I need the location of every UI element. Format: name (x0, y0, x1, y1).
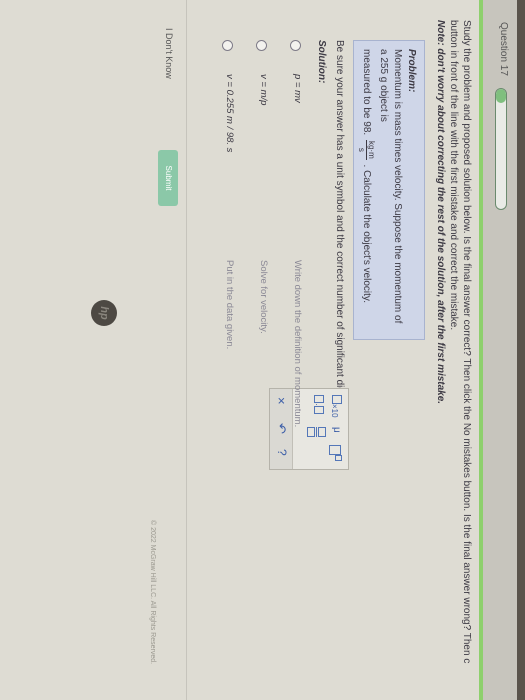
accent-stripe (479, 0, 483, 700)
progress-bar (495, 88, 507, 210)
tool-mu[interactable]: μ (331, 427, 342, 433)
step-1-radio[interactable] (290, 40, 301, 51)
step-row[interactable]: p = mv Write down the definition of mome… (277, 40, 311, 560)
step-2-radio[interactable] (256, 40, 267, 51)
step-2-description: Solve for velocity. (258, 260, 269, 334)
submit-button[interactable]: Submit (158, 150, 178, 206)
tool-dot-product[interactable]: · (312, 395, 324, 414)
step-3-math: v = 0.255 m / 98. s (224, 74, 235, 153)
unit-numerator: kg·m (366, 139, 376, 160)
step-3-description: Put in the data given. (224, 260, 235, 350)
problem-title: Problem: (406, 49, 417, 93)
copyright-text: © 2022 McGraw Hill LLC. All Rights Reser… (149, 520, 156, 665)
step-2-math: v = m/p (258, 74, 269, 106)
instructions: Study the problem and proposed solution … (434, 20, 473, 680)
problem-text-2b: . Calculate the object's velocity. (360, 164, 372, 303)
hp-logo: hp (91, 300, 117, 326)
problem-box: Problem: Momentum is mass times velocity… (353, 40, 425, 340)
tool-superscript[interactable] (324, 445, 342, 461)
problem-text-1: Momentum is mass times velocity. Suppose… (378, 49, 403, 324)
unit-denominator: s (357, 147, 366, 152)
instruction-note: Note: don't worry about correcting the r… (435, 20, 446, 405)
dont-know-button[interactable]: I Don't Know (164, 28, 174, 79)
step-row[interactable]: v = 0.255 m / 98. s Put in the data give… (209, 40, 243, 560)
problem-text-2a: measured to be 98. (360, 49, 372, 136)
tool-x10[interactable]: ×10 (330, 395, 342, 418)
significant-digits-note: Be sure your answer has a unit symbol an… (334, 40, 345, 406)
top-bar: Question 17 (482, 0, 517, 700)
question-label: Question 17 (498, 22, 509, 76)
step-row[interactable]: v = m/p Solve for velocity. (243, 40, 277, 560)
momentum-unit: kg·m s (357, 139, 376, 160)
step-3-radio[interactable] (222, 40, 233, 51)
instruction-line-1: Study the problem and proposed solution … (461, 20, 472, 664)
solution-title: Solution: (316, 40, 327, 84)
progress-fill (496, 89, 506, 104)
footer: I Don't Know Submit © 2022 McGraw Hill L… (136, 0, 187, 700)
screen: Question 17 Study the problem and propos… (0, 0, 517, 700)
instruction-line-2: button in front of the line with the fir… (448, 20, 459, 331)
photo-background: Question 17 Study the problem and propos… (0, 0, 525, 700)
solution-steps: p = mv Write down the definition of mome… (209, 40, 311, 560)
step-1-math: p = mv (292, 74, 303, 103)
step-1-description: Write down the definition of momentum. (292, 260, 303, 428)
